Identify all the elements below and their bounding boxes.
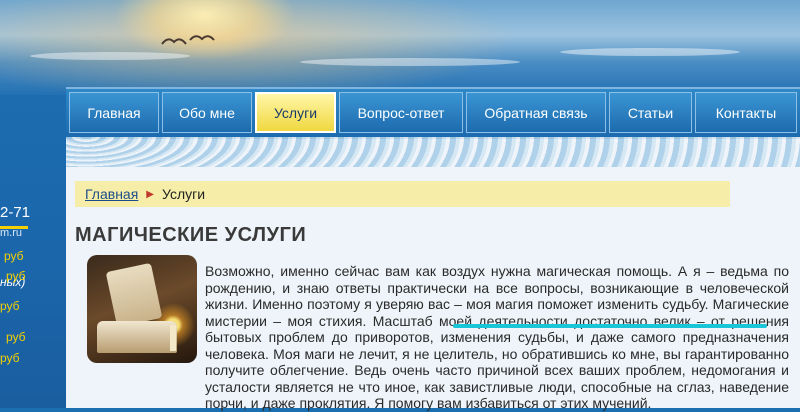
cloud-streak — [560, 48, 740, 56]
phone-number: 2-71 — [0, 204, 31, 221]
services-description: Возможно, именно сейчас вам как воздух н… — [205, 263, 789, 411]
magic-book-image — [87, 255, 197, 363]
nav-item-contacts[interactable]: Контакты — [695, 92, 797, 133]
page-title: МАГИЧЕСКИЕ УСЛУГИ — [75, 224, 307, 246]
left-sidebar: 2-71 m.ru ных) руб руб руб руб руб — [0, 95, 66, 408]
price-item: руб — [0, 299, 20, 313]
scroll-icon — [105, 262, 163, 328]
decorative-waves — [66, 137, 800, 167]
nav-item-feedback[interactable]: Обратная связь — [466, 92, 606, 133]
cloud-streak — [300, 58, 520, 66]
nav-item-home[interactable]: Главная — [69, 92, 159, 133]
price-item: руб — [4, 249, 24, 263]
content-panel: Главная Обо мне Услуги Вопрос-ответ Обра… — [66, 87, 800, 411]
nav-item-articles[interactable]: Статьи — [609, 92, 692, 133]
nav-item-services[interactable]: Услуги — [255, 92, 336, 133]
candle-icon — [170, 325, 176, 351]
open-book-icon — [97, 321, 177, 353]
price-item: руб — [6, 330, 26, 344]
seagulls-icon — [161, 35, 215, 45]
nav-item-faq[interactable]: Вопрос-ответ — [339, 92, 463, 133]
breadcrumb: Главная ▶ Услуги — [75, 181, 730, 207]
header-sky-banner — [0, 0, 800, 100]
breadcrumb-home-link[interactable]: Главная — [85, 186, 138, 202]
sidebar-divider — [0, 226, 28, 229]
price-item: руб — [6, 269, 26, 283]
cloud-streak — [30, 52, 190, 60]
price-item: руб — [0, 351, 20, 365]
breadcrumb-arrow-icon: ▶ — [146, 188, 154, 200]
main-nav: Главная Обо мне Услуги Вопрос-ответ Обра… — [66, 87, 800, 139]
breadcrumb-current: Услуги — [162, 186, 206, 202]
nav-item-about[interactable]: Обо мне — [162, 92, 252, 133]
highlight-underline — [453, 324, 767, 328]
